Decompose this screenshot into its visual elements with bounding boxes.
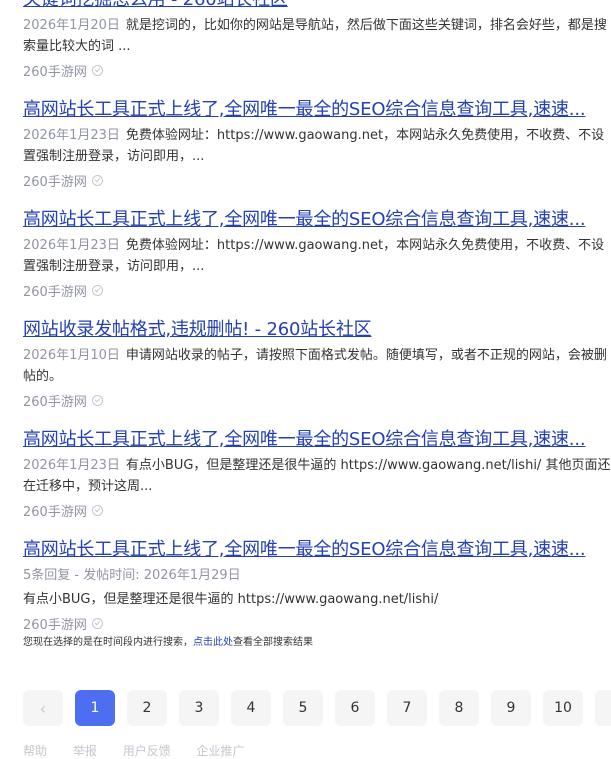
verified-check-icon [91,617,103,629]
view-all-results-link[interactable]: 点击此处 [193,637,233,648]
result-title-link[interactable]: 关键词挖掘怎么用 - 260站长社区 [23,0,611,12]
page-button-5[interactable]: 5 [283,690,323,726]
result-title-link[interactable]: 高网站长工具正式上线了,全网唯一最全的SEO综合信息查询工具,速速... [23,208,611,232]
page-button-8[interactable]: 8 [439,690,479,726]
result-reply-meta: 5条回复 - 发帖时间: 2026年1月29日 [23,568,241,583]
result-source[interactable]: 260手游网 [23,500,611,520]
result-source[interactable]: 260手游网 [23,390,611,410]
footer-link-help[interactable]: 帮助 [23,744,47,758]
footer-link-feedback[interactable]: 用户反馈 [123,744,171,758]
verified-check-icon [91,64,103,76]
result-description: 有点小BUG，但是整理还是很牛逼的 https://www.gaowang.ne… [23,592,439,607]
result-source-label: 260手游网 [23,64,87,80]
next-page-button[interactable]: › [595,690,611,726]
result-snippet: 2026年1月10日 申请网站收录的帖子，请按照下面格式发帖。随便填写，或者不正规… [23,345,611,387]
search-result: 高网站长工具正式上线了,全网唯一最全的SEO综合信息查询工具,速速... 5条回… [23,538,611,633]
search-result: 网站收录发帖格式,违规删帖! - 260站长社区 2026年1月10日 申请网站收… [23,318,611,410]
page-button-4[interactable]: 4 [231,690,271,726]
prev-page-button[interactable]: ‹ [23,690,63,726]
result-title-link[interactable]: 高网站长工具正式上线了,全网唯一最全的SEO综合信息查询工具,速速... [23,98,611,122]
verified-check-icon [91,394,103,406]
result-snippet: 2026年1月20日 就是挖词的，比如你的网站是导航站，然后做下面这些关键词，排名… [23,15,611,57]
page-button-10[interactable]: 10 [543,690,583,726]
result-date: 2026年1月23日 [23,458,120,473]
result-source-label: 260手游网 [23,394,87,410]
result-date: 2026年1月23日 [23,238,120,253]
result-source[interactable]: 260手游网 [23,280,611,300]
verified-check-icon [91,504,103,516]
verified-check-icon [91,174,103,186]
search-result: 高网站长工具正式上线了,全网唯一最全的SEO综合信息查询工具,速速... 202… [23,208,611,300]
pagination: ‹ 1 2 3 4 5 6 7 8 9 10 › [23,690,611,726]
result-snippet: 2026年1月23日 有点小BUG，但是整理还是很牛逼的 https://www.… [23,455,611,497]
notice-suffix: 查看全部搜索结果 [233,637,313,648]
result-source-label: 260手游网 [23,174,87,190]
result-source[interactable]: 260手游网 [23,60,611,80]
page-button-7[interactable]: 7 [387,690,427,726]
result-source-label: 260手游网 [23,504,87,520]
page-button-9[interactable]: 9 [491,690,531,726]
result-title-link[interactable]: 高网站长工具正式上线了,全网唯一最全的SEO综合信息查询工具,速速... [23,428,611,452]
result-date: 2026年1月20日 [23,18,120,33]
page-button-1[interactable]: 1 [75,690,115,726]
result-snippet: 2026年1月23日 免费体验网址：https://www.gaowang.net… [23,125,611,167]
search-result: 高网站长工具正式上线了,全网唯一最全的SEO综合信息查询工具,速速... 202… [23,98,611,190]
result-title-link[interactable]: 高网站长工具正式上线了,全网唯一最全的SEO综合信息查询工具,速速... [23,538,611,562]
footer-link-report[interactable]: 举报 [73,744,97,758]
result-date: 2026年1月23日 [23,128,120,143]
notice-text: 您现在选择的是在时间段内进行搜索， [23,637,193,648]
chevron-left-icon: ‹ [39,698,47,718]
result-source-label: 260手游网 [23,617,87,633]
result-source-label: 260手游网 [23,284,87,300]
page-button-6[interactable]: 6 [335,690,375,726]
page-button-2[interactable]: 2 [127,690,167,726]
page-button-3[interactable]: 3 [179,690,219,726]
verified-check-icon [91,284,103,296]
result-source[interactable]: 260手游网 [23,170,611,190]
search-result: 高网站长工具正式上线了,全网唯一最全的SEO综合信息查询工具,速速... 202… [23,428,611,520]
result-snippet: 2026年1月23日 免费体验网址：https://www.gaowang.net… [23,235,611,277]
footer-links: 帮助 举报 用户反馈 企业推广 [23,742,267,759]
footer-link-promotion[interactable]: 企业推广 [197,744,245,758]
time-filter-notice: 您现在选择的是在时间段内进行搜索，点击此处查看全部搜索结果 [23,633,313,648]
search-results: 关键词挖掘怎么用 - 260站长社区 2026年1月20日就是挖词的，比如你的网… [23,0,611,651]
result-date: 2026年1月10日 [23,348,120,363]
search-result: 关键词挖掘怎么用 - 260站长社区 2026年1月20日就是挖词的，比如你的网… [23,0,611,80]
result-title-link[interactable]: 网站收录发帖格式,违规删帖! - 260站长社区 [23,318,611,342]
result-source[interactable]: 260手游网 [23,613,611,633]
